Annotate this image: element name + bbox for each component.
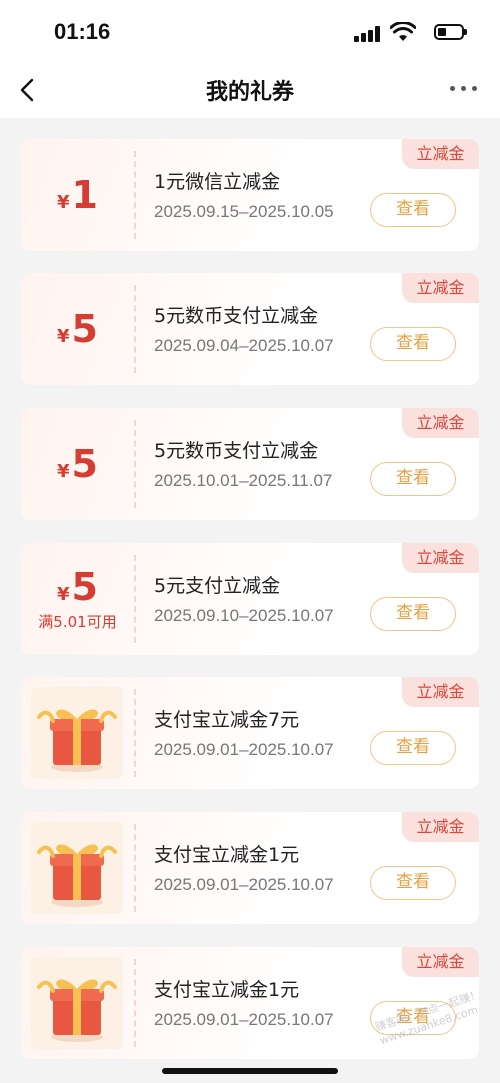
coupon-title: 5元数币支付立减金 [154, 440, 319, 462]
coupon-card[interactable]: ¥ 5 满5.01可用 立减金 5元支付立减金 2025.09.10–2025.… [21, 543, 479, 655]
coupon-value: 5 [71, 442, 98, 486]
coupon-type-badge: 立减金 [402, 812, 479, 842]
view-button[interactable]: 查看 [370, 597, 456, 631]
home-indicator[interactable] [162, 1068, 338, 1074]
status-icons [338, 22, 468, 44]
coupon-card[interactable]: 立减金 支付宝立减金1元 2025.09.01–2025.10.07 查看 [21, 812, 479, 924]
coupon-type-badge: 立减金 [402, 273, 479, 303]
battery-icon [434, 24, 467, 40]
coupon-validity-dates: 2025.09.01–2025.10.07 [154, 1010, 334, 1029]
coupon-usage-condition: 满5.01可用 [38, 612, 117, 631]
cellular-signal-icon [354, 26, 380, 42]
coupon-title: 5元支付立减金 [154, 575, 281, 597]
coupon-card[interactable]: ¥ 1 立减金 1元微信立减金 2025.09.15–2025.10.05 查看 [21, 139, 479, 251]
dashed-divider [134, 151, 136, 239]
coupon-validity-dates: 2025.09.15–2025.10.05 [154, 202, 334, 221]
view-button[interactable]: 查看 [370, 462, 456, 496]
coupon-card[interactable]: 立减金 支付宝立减金1元 2025.09.01–2025.10.07 查看 [21, 947, 479, 1059]
dashed-divider [134, 285, 136, 373]
coupon-validity-dates: 2025.09.04–2025.10.07 [154, 336, 334, 355]
status-time: 01:16 [54, 19, 111, 44]
wifi-icon [390, 22, 416, 41]
coupon-type-badge: 立减金 [402, 677, 479, 707]
coupon-value: 5 [71, 564, 98, 609]
coupon-value: 5 [71, 307, 98, 351]
dashed-divider [134, 555, 136, 643]
view-button[interactable]: 查看 [370, 193, 456, 227]
coupon-title: 支付宝立减金7元 [154, 709, 300, 731]
coupon-type-badge: 立减金 [402, 408, 479, 438]
currency-symbol: ¥ [57, 192, 70, 213]
gift-box-icon [31, 822, 123, 914]
nav-bar: 我的礼券 [0, 64, 500, 118]
coupon-amount: ¥ 5 [21, 273, 134, 385]
coupon-card[interactable]: 立减金 支付宝立减金7元 2025.09.01–2025.10.07 查看 [21, 677, 479, 789]
view-button[interactable]: 查看 [370, 731, 456, 765]
more-options-icon[interactable] [450, 86, 478, 94]
coupon-title: 5元数币支付立减金 [154, 305, 319, 327]
coupon-type-badge: 立减金 [402, 947, 479, 977]
coupon-title: 支付宝立减金1元 [154, 844, 300, 866]
coupon-amount: ¥ 5 满5.01可用 [21, 543, 134, 655]
currency-symbol: ¥ [57, 461, 70, 482]
coupon-value: 1 [71, 173, 98, 217]
view-button[interactable]: 查看 [370, 866, 456, 900]
coupon-validity-dates: 2025.10.01–2025.11.07 [154, 471, 333, 490]
coupon-card[interactable]: ¥ 5 立减金 5元数币支付立减金 2025.09.04–2025.10.07 … [21, 273, 479, 385]
coupon-amount: ¥ 5 [21, 408, 134, 520]
gift-box-icon [31, 957, 123, 1049]
gift-box-icon [31, 687, 123, 779]
dashed-divider [134, 420, 136, 508]
page-title: 我的礼券 [205, 80, 294, 105]
coupon-type-badge: 立减金 [402, 139, 479, 169]
coupon-validity-dates: 2025.09.10–2025.10.07 [154, 606, 334, 625]
coupon-title: 支付宝立减金1元 [154, 979, 300, 1001]
currency-symbol: ¥ [57, 326, 70, 347]
dashed-divider [134, 959, 136, 1047]
dashed-divider [134, 689, 136, 777]
coupon-validity-dates: 2025.09.01–2025.10.07 [154, 740, 334, 759]
dashed-divider [134, 824, 136, 912]
coupon-type-badge: 立减金 [402, 543, 479, 573]
coupon-card[interactable]: ¥ 5 立减金 5元数币支付立减金 2025.10.01–2025.11.07 … [21, 408, 479, 520]
currency-symbol: ¥ [57, 583, 70, 605]
view-button[interactable]: 查看 [370, 327, 456, 361]
status-bar: 01:16 [0, 0, 500, 64]
coupon-validity-dates: 2025.09.01–2025.10.07 [154, 875, 334, 894]
coupon-amount: ¥ 1 [21, 139, 134, 251]
coupon-title: 1元微信立减金 [154, 171, 281, 193]
